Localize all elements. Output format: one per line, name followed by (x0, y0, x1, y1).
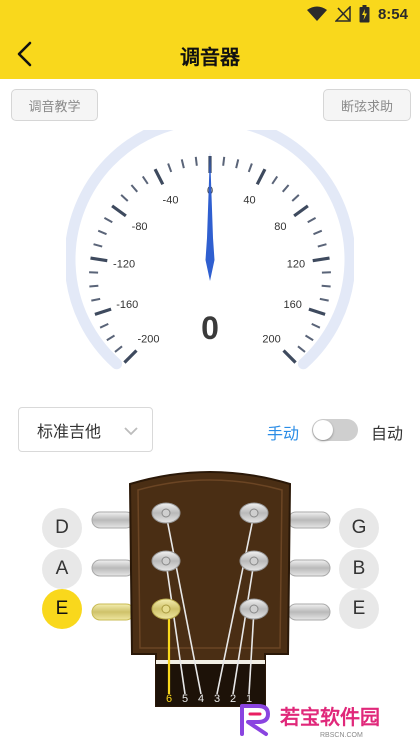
gauge-tick (222, 156, 226, 166)
manual-mode-label[interactable]: 手动 (267, 420, 299, 444)
peg-b (239, 550, 269, 572)
app-bar: 调音器 (0, 28, 420, 79)
gauge-tick (271, 175, 279, 185)
tuner-post-e-low (91, 603, 135, 621)
tuner-post-a (91, 559, 135, 577)
battery-icon (359, 5, 370, 23)
gauge-tick (180, 159, 185, 169)
peg-a (151, 550, 181, 572)
wifi-icon (306, 6, 327, 22)
auto-mode-label[interactable]: 自动 (371, 420, 403, 444)
toggle-knob (313, 420, 333, 440)
gauge-tick (106, 334, 116, 342)
string-help-button[interactable]: 断弦求助 (323, 89, 411, 121)
tutorial-button[interactable]: 调音教学 (11, 89, 98, 121)
gauge-label: -80 (132, 221, 148, 233)
gauge-label: -160 (116, 299, 138, 311)
gauge-label: 200 (262, 334, 280, 346)
gauge-tick (307, 217, 317, 224)
gauge-label: 40 (243, 194, 255, 206)
gauge-tick (130, 184, 139, 193)
gauge-tick (99, 322, 109, 329)
gauge-tick (291, 194, 300, 202)
gauge-tick (141, 175, 149, 185)
string-number: 2 (230, 693, 236, 705)
note-button-a[interactable]: A (42, 549, 82, 589)
watermark: 若宝软件园 RBSCN.COM (240, 704, 380, 739)
tuner-post-e-high (287, 603, 331, 621)
gauge-tick (317, 243, 327, 248)
string-number: 6 (166, 693, 172, 705)
gauge-label: 120 (287, 258, 305, 270)
gauge-tick (312, 256, 330, 263)
gauge-tick (97, 229, 107, 236)
string-number: 5 (182, 693, 188, 705)
gauge-label: -120 (113, 258, 135, 270)
page-title: 调音器 (180, 47, 240, 69)
gauge-tick (167, 163, 173, 173)
string-number: 4 (198, 693, 204, 705)
gauge-tick (111, 204, 127, 218)
note-button-b[interactable]: B (339, 549, 379, 589)
gauge-tick (93, 243, 103, 248)
no-signal-icon (334, 6, 351, 22)
status-bar: 8:54 (0, 0, 420, 28)
gauge-label: -40 (163, 194, 179, 206)
peg-e-low (151, 598, 181, 620)
note-button-d[interactable]: D (42, 508, 82, 548)
tuner-post-d (91, 511, 135, 529)
gauge-tick (94, 307, 112, 316)
gauge-tick (90, 256, 108, 263)
tuning-select-value: 标准吉他 (37, 423, 102, 441)
gauge-tick (120, 194, 129, 202)
gauge-tick (319, 297, 329, 302)
gauge-tick (281, 184, 290, 193)
tuner-needle (205, 152, 215, 281)
gauge-tick (282, 349, 297, 364)
gauge-tick (247, 163, 253, 173)
gauge-tick (89, 284, 99, 288)
gauge-tick (91, 297, 101, 302)
gauge-label: -200 (137, 334, 159, 346)
watermark-url: RBSCN.COM (320, 732, 363, 739)
gauge-tick (123, 349, 138, 364)
gauge-tick (293, 204, 309, 218)
string-number: 3 (214, 693, 220, 705)
gauge-tick (103, 217, 113, 224)
gauge-tick (311, 322, 321, 329)
gauge-tick (255, 168, 267, 186)
watermark-brand: 若宝软件园 (279, 705, 380, 729)
gauge-tick (304, 334, 314, 342)
tuner-post-g (287, 511, 331, 529)
gauge-label: 80 (274, 221, 286, 233)
cents-readout: 0 (201, 310, 219, 346)
watermark-logo-icon (240, 704, 270, 736)
gauge-label: 160 (284, 299, 302, 311)
status-time: 8:54 (377, 5, 408, 23)
gauge-tick (308, 307, 326, 316)
gauge-tick (313, 229, 323, 236)
auto-mode-toggle[interactable] (312, 419, 358, 441)
peg-d (151, 502, 181, 524)
tuner-post-b (287, 559, 331, 577)
note-button-g[interactable]: G (339, 508, 379, 548)
gauge-tick (321, 284, 331, 288)
peg-e-high (239, 598, 269, 620)
gauge-tick (114, 345, 123, 353)
peg-g (239, 502, 269, 524)
chevron-down-icon (124, 423, 138, 441)
gauge-tick (153, 168, 165, 186)
gauge-tick (235, 159, 240, 169)
note-button-e-high[interactable]: E (339, 589, 379, 629)
tuning-select[interactable]: 标准吉他 (18, 407, 153, 452)
gauge-tick (194, 156, 198, 166)
gauge-tick (297, 345, 306, 353)
tuner-gauge: -200-160-120-80-4004080120160200 0 (66, 130, 354, 370)
note-button-e-low[interactable]: E (42, 589, 82, 629)
